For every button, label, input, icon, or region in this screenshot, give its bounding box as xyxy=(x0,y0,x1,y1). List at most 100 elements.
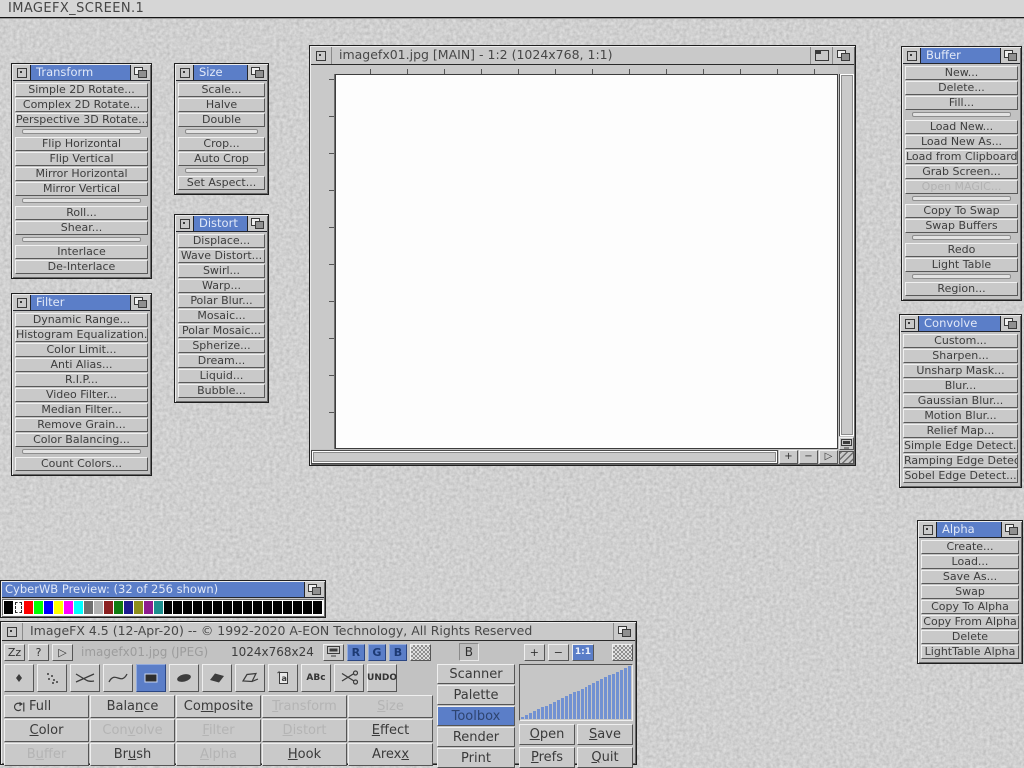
command-button-arexx[interactable]: Arexx xyxy=(348,743,433,766)
scrollbar-thumb[interactable] xyxy=(313,452,776,462)
palette-button[interactable]: Flip Horizontal xyxy=(15,137,148,151)
palette-button[interactable]: Mirror Vertical xyxy=(15,182,148,196)
depth-icon[interactable] xyxy=(1000,48,1020,63)
depth-icon[interactable] xyxy=(304,582,324,597)
sleep-button[interactable]: Zz xyxy=(4,644,25,661)
color-swatch[interactable] xyxy=(203,601,212,614)
palette-button[interactable]: Relief Map... xyxy=(903,424,1018,438)
run-button[interactable]: ▷ xyxy=(52,644,73,661)
palette-button[interactable]: Copy To Alpha xyxy=(921,600,1019,614)
curve-tool[interactable] xyxy=(103,664,133,692)
command-button-buffer[interactable]: Buffer xyxy=(4,743,89,766)
polygon-tool[interactable] xyxy=(202,664,232,692)
color-swatch[interactable] xyxy=(233,601,242,614)
palette-button[interactable]: Set Aspect... xyxy=(178,176,265,190)
palette-button[interactable]: Count Colors... xyxy=(15,457,148,471)
palette-button[interactable]: Load New As... xyxy=(905,135,1018,149)
color-swatch[interactable] xyxy=(104,601,113,614)
palette-button[interactable]: Swirl... xyxy=(178,264,265,278)
depth-icon[interactable] xyxy=(130,295,150,310)
command-button-distort[interactable]: Distort xyxy=(262,719,347,742)
command-button-color[interactable]: Color xyxy=(4,719,89,742)
depth-icon[interactable] xyxy=(1000,316,1020,331)
vertical-scrollbar[interactable] xyxy=(839,74,854,436)
blue-channel-button[interactable]: B xyxy=(389,644,407,661)
palette-button[interactable]: Dream... xyxy=(178,354,265,368)
depth-icon[interactable] xyxy=(130,65,150,80)
palette-button[interactable]: Dynamic Range... xyxy=(15,313,148,327)
close-icon[interactable] xyxy=(903,48,921,63)
palette-button[interactable]: Simple 2D Rotate... xyxy=(15,83,148,97)
palette-button[interactable]: Interlace xyxy=(15,245,148,259)
palette-button[interactable]: Double xyxy=(178,113,265,127)
color-swatch[interactable] xyxy=(64,601,73,614)
zoom-icon[interactable] xyxy=(810,47,832,64)
palette-button[interactable]: Copy To Swap xyxy=(905,204,1018,218)
color-swatch[interactable] xyxy=(253,601,262,614)
clip-tool[interactable]: a xyxy=(268,664,298,692)
palette-button[interactable]: R.I.P... xyxy=(15,373,148,387)
command-button-toolbox[interactable]: Toolbox xyxy=(437,706,515,726)
palette-button[interactable]: Motion Blur... xyxy=(903,409,1018,423)
help-button[interactable]: ? xyxy=(28,644,49,661)
zoom-in-button[interactable]: + xyxy=(524,644,545,661)
color-swatch[interactable] xyxy=(74,601,83,614)
depth-icon[interactable] xyxy=(613,623,635,640)
palette-button[interactable]: De-Interlace xyxy=(15,260,148,274)
command-button-save[interactable]: Save xyxy=(577,724,633,745)
close-icon[interactable] xyxy=(13,295,31,310)
palette-button[interactable]: Swap xyxy=(921,585,1019,599)
palette-button[interactable]: Shear... xyxy=(15,221,148,235)
palette-button[interactable]: Flip Vertical xyxy=(15,152,148,166)
screen-mode-button[interactable] xyxy=(323,644,344,661)
color-swatch[interactable] xyxy=(283,601,292,614)
titlebar[interactable]: CyberWB Preview: (32 of 256 shown) xyxy=(2,582,324,598)
undo-button[interactable]: UNDO xyxy=(367,664,397,692)
draw-tool[interactable] xyxy=(235,664,265,692)
palette-button[interactable]: Complex 2D Rotate... xyxy=(15,98,148,112)
color-swatch[interactable] xyxy=(263,601,272,614)
palette-button[interactable]: Color Limit... xyxy=(15,343,148,357)
depth-icon[interactable] xyxy=(247,65,267,80)
command-button-brush[interactable]: Brush xyxy=(90,743,175,766)
palette-button[interactable]: Histogram Equalization... xyxy=(15,328,148,342)
command-button-size[interactable]: Size xyxy=(348,695,433,718)
palette-button[interactable]: Delete xyxy=(921,630,1019,644)
close-icon[interactable] xyxy=(2,623,23,640)
palette-button[interactable]: Mosaic... xyxy=(178,309,265,323)
horizontal-scrollbar[interactable] xyxy=(311,450,778,464)
point-tool[interactable] xyxy=(4,664,34,692)
pan-button[interactable]: ▷ xyxy=(819,450,838,464)
depth-icon[interactable] xyxy=(1001,522,1021,537)
palette-button[interactable]: Crop... xyxy=(178,137,265,151)
command-button-transform[interactable]: Transform xyxy=(262,695,347,718)
line-tool[interactable] xyxy=(70,664,100,692)
depth-icon[interactable] xyxy=(247,216,267,231)
palette-button[interactable]: Sobel Edge Detect... xyxy=(903,469,1018,483)
palette-button[interactable]: Color Balancing... xyxy=(15,433,148,447)
color-swatch[interactable] xyxy=(54,601,63,614)
airbrush-tool[interactable] xyxy=(37,664,67,692)
color-swatch[interactable] xyxy=(154,601,163,614)
pattern-button[interactable] xyxy=(612,644,633,661)
image-canvas[interactable] xyxy=(335,74,838,449)
palette-button[interactable]: New... xyxy=(905,66,1018,80)
palette-button[interactable]: Displace... xyxy=(178,234,265,248)
palette-button[interactable]: Light Table xyxy=(905,258,1018,272)
titlebar[interactable]: ImageFX 4.5 (12-Apr-20) -- © 1992-2020 A… xyxy=(2,623,635,641)
palette-button[interactable]: Swap Buffers xyxy=(905,219,1018,233)
palette-button[interactable]: Unsharp Mask... xyxy=(903,364,1018,378)
titlebar[interactable]: Buffer xyxy=(903,48,1020,64)
color-swatch[interactable] xyxy=(124,601,133,614)
palette-button[interactable]: Auto Crop xyxy=(178,152,265,166)
palette-button[interactable]: Remove Grain... xyxy=(15,418,148,432)
close-icon[interactable] xyxy=(311,47,332,64)
palette-button[interactable]: Perspective 3D Rotate... xyxy=(15,113,148,127)
command-button-balance[interactable]: Balance xyxy=(90,695,175,718)
command-button-open[interactable]: Open xyxy=(519,724,575,745)
palette-button[interactable]: Fill... xyxy=(905,96,1018,110)
palette-button[interactable]: Ramping Edge Detect xyxy=(903,454,1018,468)
command-button-prefs[interactable]: Prefs xyxy=(519,747,575,768)
color-swatch[interactable] xyxy=(34,601,43,614)
command-button-render[interactable]: Render xyxy=(437,727,515,747)
